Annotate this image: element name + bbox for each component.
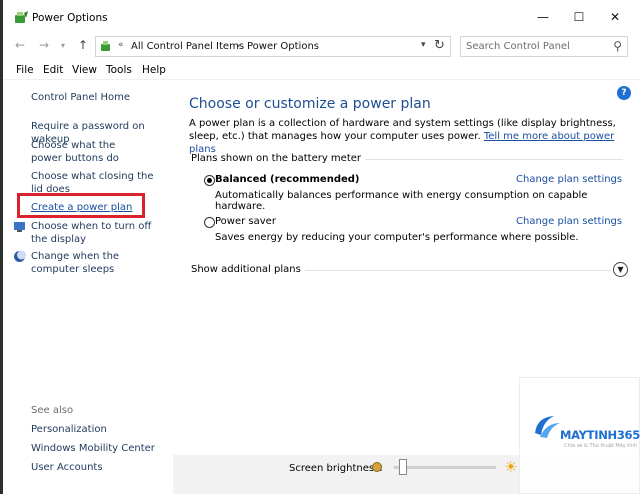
menu-tools[interactable]: Tools: [106, 64, 132, 76]
page-heading: Choose or customize a power plan: [189, 96, 431, 112]
recent-locations-chevron-icon[interactable]: ▾: [61, 41, 65, 50]
radio-power-saver[interactable]: [204, 217, 215, 228]
minimize-button[interactable]: —: [523, 6, 563, 28]
watermark: MAYTINH365 Chia sẻ & Thủ thuật Máy tính: [519, 377, 640, 494]
maytinh365-logo-icon: [535, 416, 560, 438]
back-arrow-icon[interactable]: ←: [15, 38, 25, 52]
expand-chevron-icon[interactable]: ▼: [613, 262, 628, 277]
brightness-label: Screen brightness:: [289, 463, 383, 474]
plans-section-label: Plans shown on the battery meter: [191, 153, 366, 164]
breadcrumb-overflow-icon[interactable]: «: [118, 40, 124, 50]
see-also-personalization[interactable]: Personalization: [31, 423, 171, 436]
title-bar: Power Options — ☐ ✕: [3, 0, 640, 34]
breadcrumb-all-control-panel-items[interactable]: All Control Panel Items: [131, 41, 244, 52]
sidebar-control-panel-home[interactable]: Control Panel Home: [31, 91, 171, 104]
sidebar-turn-off-display[interactable]: Choose when to turn off the display: [31, 220, 159, 246]
radio-balanced[interactable]: [204, 175, 215, 186]
sidebar: Control Panel Home Require a password on…: [3, 80, 173, 494]
menu-edit[interactable]: Edit: [43, 64, 63, 76]
close-button[interactable]: ✕: [595, 6, 635, 28]
sidebar-computer-sleeps[interactable]: Change when the computer sleeps: [31, 250, 159, 276]
control-panel-icon: [101, 41, 110, 51]
brightness-slider-track[interactable]: [394, 466, 496, 469]
address-dropdown-icon[interactable]: ▾: [421, 40, 426, 50]
power-options-icon: [15, 11, 28, 23]
menu-help[interactable]: Help: [142, 64, 166, 76]
dim-sun-icon: [372, 462, 382, 472]
breadcrumb-power-options[interactable]: Power Options: [247, 41, 319, 52]
page-description: A power plan is a collection of hardware…: [189, 117, 625, 156]
search-icon[interactable]: ⚲: [613, 39, 622, 53]
breadcrumb-separator-icon[interactable]: ›: [236, 39, 240, 52]
maximize-button[interactable]: ☐: [559, 6, 599, 28]
menu-file[interactable]: File: [16, 64, 34, 76]
navigation-bar: ← → ▾ ↑ « All Control Panel Items › Powe…: [3, 34, 640, 59]
forward-arrow-icon[interactable]: →: [39, 38, 49, 52]
plan-balanced-name[interactable]: Balanced (recommended): [215, 174, 360, 185]
show-additional-plans[interactable]: Show additional plans: [191, 264, 305, 275]
watermark-brand: MAYTINH365: [560, 428, 640, 442]
refresh-icon[interactable]: ↻: [434, 38, 445, 53]
up-arrow-icon[interactable]: ↑: [78, 38, 88, 52]
see-also-label: See also: [31, 405, 74, 416]
search-box[interactable]: ⚲: [460, 36, 628, 57]
plan-balanced-description: Automatically balances performance with …: [215, 190, 588, 212]
sidebar-power-buttons[interactable]: Choose what the power buttons do: [31, 139, 143, 165]
see-also-mobility-center[interactable]: Windows Mobility Center: [31, 442, 171, 455]
highlight-frame: [17, 193, 145, 218]
change-plan-settings-balanced[interactable]: Change plan settings: [516, 174, 622, 185]
address-bar[interactable]: « All Control Panel Items › Power Option…: [95, 36, 451, 57]
help-icon[interactable]: ?: [617, 86, 631, 100]
bright-sun-icon: ☀: [504, 458, 518, 476]
change-plan-settings-power-saver[interactable]: Change plan settings: [516, 216, 622, 227]
menu-bar: File Edit View Tools Help: [3, 60, 640, 80]
sleep-moon-icon: [14, 250, 26, 262]
search-input[interactable]: [466, 39, 606, 54]
see-also-user-accounts[interactable]: User Accounts: [31, 461, 171, 474]
plan-power-saver-name[interactable]: Power saver: [215, 216, 276, 227]
menu-view[interactable]: View: [72, 64, 97, 76]
window-title: Power Options: [32, 12, 108, 24]
plan-power-saver-description: Saves energy by reducing your computer's…: [215, 232, 579, 243]
watermark-tagline: Chia sẻ & Thủ thuật Máy tính: [564, 443, 637, 449]
display-shield-icon: [14, 222, 25, 232]
brightness-slider-thumb[interactable]: [398, 459, 407, 475]
